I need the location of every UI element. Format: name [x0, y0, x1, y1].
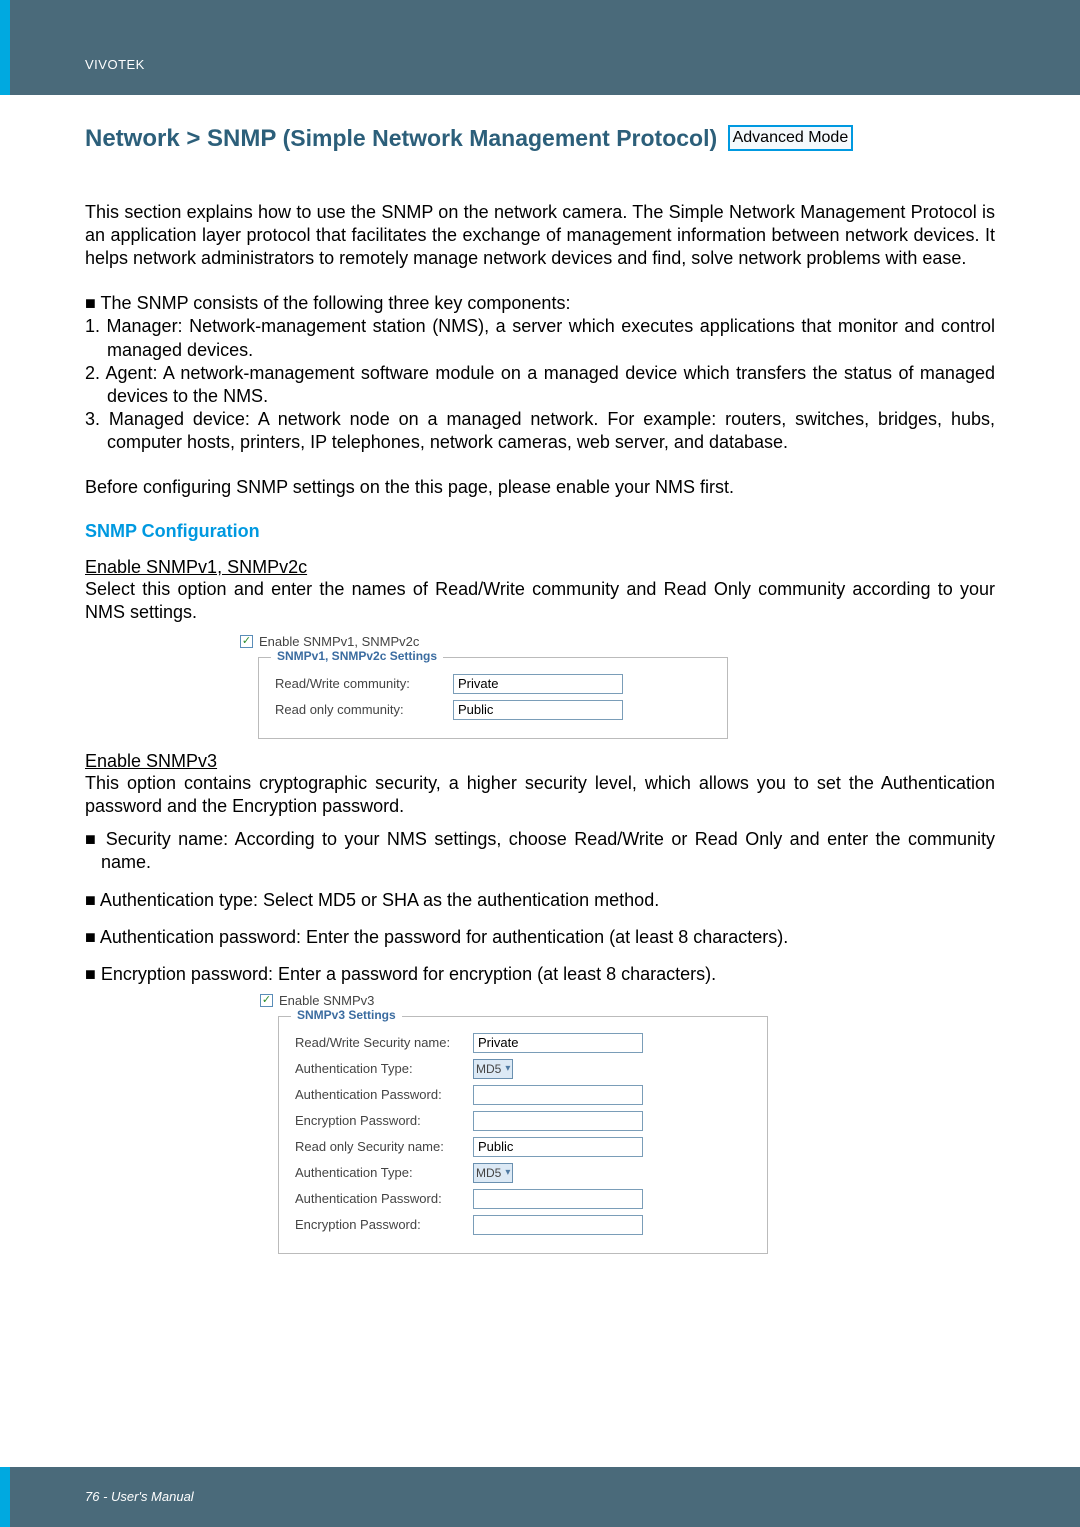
- rw-community-label: Read/Write community:: [275, 676, 445, 691]
- auth-type-row-1: Authentication Type: MD5 ▾: [295, 1059, 751, 1079]
- footer-page-number: 76 - User's Manual: [10, 1467, 1080, 1504]
- ro-community-label: Read only community:: [275, 702, 445, 717]
- page-content: Network > SNMP (Simple Network Managemen…: [0, 95, 1080, 1254]
- v1v2c-form: ✓ Enable SNMPv1, SNMPv2c SNMPv1, SNMPv2c…: [240, 634, 995, 739]
- auth-type-select-2[interactable]: MD5 ▾: [473, 1163, 513, 1183]
- v3-fieldset: SNMPv3 Settings Read/Write Security name…: [278, 1016, 768, 1254]
- v3-bullet-4: ■ Encryption password: Enter a password …: [85, 963, 995, 986]
- chevron-down-icon: ▾: [505, 1167, 510, 1178]
- enable-v1v2c-label: Enable SNMPv1, SNMPv2c: [259, 634, 419, 649]
- snmp-config-title: SNMP Configuration: [85, 521, 995, 542]
- auth-pw-input-2[interactable]: [473, 1189, 643, 1209]
- pre-config-note: Before configuring SNMP settings on the …: [85, 476, 995, 499]
- ro-security-row: Read only Security name:: [295, 1137, 751, 1157]
- rw-security-label: Read/Write Security name:: [295, 1035, 465, 1050]
- component-1: 1. Manager: Network-management station (…: [85, 315, 995, 361]
- auth-type-value-2: MD5: [476, 1166, 501, 1180]
- footer-band: 76 - User's Manual: [0, 1467, 1080, 1527]
- enable-v3-head: Enable SNMPv3: [85, 751, 995, 772]
- enable-v3-row[interactable]: ✓ Enable SNMPv3: [260, 993, 995, 1008]
- enc-pw-row-2: Encryption Password:: [295, 1215, 751, 1235]
- v3-bullet-3: ■ Authentication password: Enter the pas…: [85, 926, 995, 949]
- brand-label: VIVOTEK: [10, 0, 1080, 72]
- intro-paragraph: This section explains how to use the SNM…: [85, 201, 995, 270]
- component-2: 2. Agent: A network-management software …: [85, 362, 995, 408]
- v3-form: ✓ Enable SNMPv3 SNMPv3 Settings Read/Wri…: [260, 993, 995, 1254]
- auth-type-value-1: MD5: [476, 1062, 501, 1076]
- enable-v1v2c-head: Enable SNMPv1, SNMPv2c: [85, 557, 995, 578]
- auth-pw-label-2: Authentication Password:: [295, 1191, 465, 1206]
- ro-security-input[interactable]: [473, 1137, 643, 1157]
- v3-bullet-1: ■ Security name: According to your NMS s…: [85, 828, 995, 875]
- header-band: VIVOTEK: [0, 0, 1080, 95]
- v3-bullet-2: ■ Authentication type: Select MD5 or SHA…: [85, 889, 995, 912]
- enc-pw-row-1: Encryption Password:: [295, 1111, 751, 1131]
- rw-community-row: Read/Write community:: [275, 674, 711, 694]
- enable-v3-desc: This option contains cryptographic secur…: [85, 772, 995, 818]
- rw-security-row: Read/Write Security name:: [295, 1033, 751, 1053]
- v1v2c-fieldset: SNMPv1, SNMPv2c Settings Read/Write comm…: [258, 657, 728, 739]
- rw-community-input[interactable]: [453, 674, 623, 694]
- auth-pw-row-2: Authentication Password:: [295, 1189, 751, 1209]
- component-3: 3. Managed device: A network node on a m…: [85, 408, 995, 454]
- enable-v1v2c-row[interactable]: ✓ Enable SNMPv1, SNMPv2c: [240, 634, 995, 649]
- auth-pw-input-1[interactable]: [473, 1085, 643, 1105]
- checkbox-checked-icon[interactable]: ✓: [260, 994, 273, 1007]
- v3-legend: SNMPv3 Settings: [291, 1008, 402, 1022]
- auth-pw-row-1: Authentication Password:: [295, 1085, 751, 1105]
- rw-security-input[interactable]: [473, 1033, 643, 1053]
- enable-v3-label: Enable SNMPv3: [279, 993, 374, 1008]
- auth-pw-label-1: Authentication Password:: [295, 1087, 465, 1102]
- enc-pw-label-2: Encryption Password:: [295, 1217, 465, 1232]
- auth-type-label-2: Authentication Type:: [295, 1165, 465, 1180]
- ro-community-row: Read only community:: [275, 700, 711, 720]
- enc-pw-input-1[interactable]: [473, 1111, 643, 1131]
- enc-pw-input-2[interactable]: [473, 1215, 643, 1235]
- heading-main: Network > SNMP: [85, 125, 283, 152]
- auth-type-label-1: Authentication Type:: [295, 1061, 465, 1076]
- page-heading: Network > SNMP (Simple Network Managemen…: [85, 125, 995, 153]
- enc-pw-label-1: Encryption Password:: [295, 1113, 465, 1128]
- ro-community-input[interactable]: [453, 700, 623, 720]
- heading-sub: (Simple Network Management Protocol): [283, 125, 718, 151]
- auth-type-select-1[interactable]: MD5 ▾: [473, 1059, 513, 1079]
- chevron-down-icon: ▾: [505, 1063, 510, 1074]
- advanced-mode-badge: Advanced Mode: [728, 125, 854, 151]
- checkbox-checked-icon[interactable]: ✓: [240, 635, 253, 648]
- enable-v1v2c-desc: Select this option and enter the names o…: [85, 578, 995, 624]
- v1v2c-legend: SNMPv1, SNMPv2c Settings: [271, 649, 443, 663]
- components-lead: ■ The SNMP consists of the following thr…: [85, 292, 995, 315]
- auth-type-row-2: Authentication Type: MD5 ▾: [295, 1163, 751, 1183]
- ro-security-label: Read only Security name:: [295, 1139, 465, 1154]
